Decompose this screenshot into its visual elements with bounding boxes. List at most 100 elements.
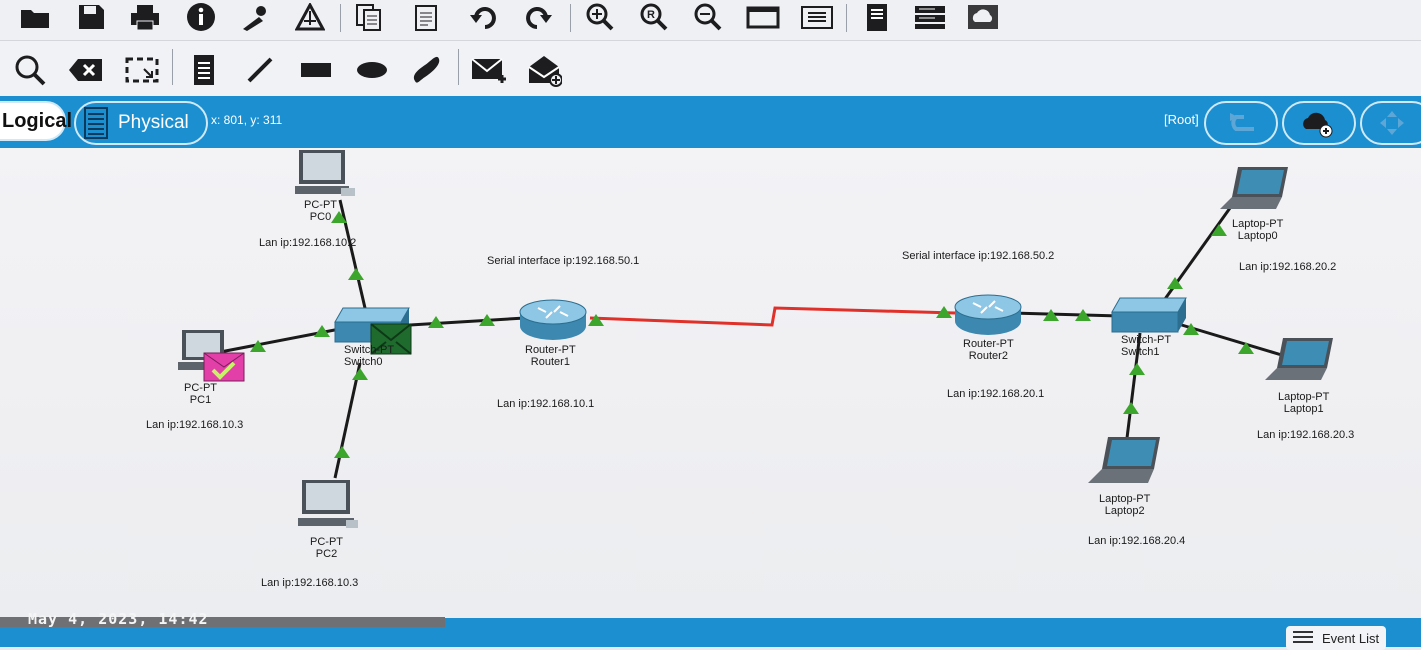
open-folder-icon[interactable] xyxy=(18,2,52,32)
physical-tab[interactable]: Physical xyxy=(74,101,208,145)
router-icon xyxy=(954,294,1022,335)
laptop2-name: Laptop2 xyxy=(1104,505,1145,517)
server-icon[interactable] xyxy=(913,2,947,32)
router2-device[interactable] xyxy=(953,293,1023,342)
zoom-reset-icon[interactable]: R xyxy=(637,2,671,32)
add-simple-pdu-icon[interactable] xyxy=(470,53,506,87)
switch1-label: Switch-PT Switch1 xyxy=(1121,334,1171,358)
laptop2-device[interactable] xyxy=(1086,435,1162,496)
pc1-name: PC1 xyxy=(189,394,212,406)
pc2-label: PC-PT PC2 xyxy=(310,536,343,560)
pc1-ip-annotation: Lan ip:192.168.10.3 xyxy=(146,419,244,431)
router2-lan-annotation: Lan ip:192.168.20.1 xyxy=(947,388,1045,400)
back-button[interactable] xyxy=(1204,101,1278,145)
physical-workspace-icon xyxy=(84,107,108,139)
switch-icon xyxy=(1111,297,1187,333)
zoom-out-icon[interactable] xyxy=(691,2,725,32)
root-breadcrumb[interactable]: [Root] xyxy=(1164,112,1199,127)
event-list-label: Event List xyxy=(1322,630,1380,646)
toolbar-separator xyxy=(458,49,459,85)
pc0-ip-annotation: Lan ip:192.168.10.2 xyxy=(259,237,357,249)
ellipse-icon[interactable] xyxy=(354,53,390,87)
activity-wizard-icon[interactable] xyxy=(238,2,272,32)
toolbar-separator xyxy=(846,4,847,32)
laptop1-name: Laptop1 xyxy=(1283,403,1324,415)
link-serial-router1-router2 xyxy=(589,306,956,327)
router2-label: Router-PT Router2 xyxy=(963,338,1014,362)
laptop0-name: Laptop0 xyxy=(1237,230,1278,242)
pc-icon xyxy=(295,150,355,196)
router-icon xyxy=(519,299,587,340)
port-status-up xyxy=(588,314,604,326)
laptop2-ip-annotation: Lan ip:192.168.20.4 xyxy=(1088,535,1186,547)
cloud-icon[interactable] xyxy=(966,2,1000,32)
port-status-up xyxy=(334,446,350,458)
link-switch0-router1 xyxy=(409,316,526,327)
undo-icon[interactable] xyxy=(466,2,500,32)
redo-icon[interactable] xyxy=(522,2,556,32)
port-status-up xyxy=(1129,363,1145,375)
cloud-add-icon xyxy=(1303,112,1333,138)
switch1-type: Switch-PT xyxy=(1121,334,1172,346)
freeform-icon[interactable] xyxy=(408,53,444,87)
pc2-type: PC-PT xyxy=(310,536,343,548)
move-object-button[interactable] xyxy=(1360,101,1421,145)
router2-type: Router-PT xyxy=(963,338,1014,350)
paste-icon[interactable] xyxy=(409,2,443,32)
laptop0-device[interactable] xyxy=(1218,165,1290,220)
switch1-name: Switch1 xyxy=(1121,346,1160,358)
cursor-coordinates: x: 801, y: 311 xyxy=(211,113,283,127)
pc2-name: PC2 xyxy=(315,548,338,560)
info-icon[interactable] xyxy=(184,2,218,32)
network-information-icon[interactable] xyxy=(293,2,327,32)
pc0-name: PC0 xyxy=(309,211,332,223)
laptop0-label: Laptop-PT Laptop0 xyxy=(1232,218,1283,242)
print-icon[interactable] xyxy=(128,2,162,32)
custom-device-dialog-icon[interactable] xyxy=(800,2,834,32)
new-cluster-button[interactable] xyxy=(1282,101,1356,145)
link-switch1-laptop0 xyxy=(1158,207,1232,307)
router1-serial-annotation: Serial interface ip:192.168.50.1 xyxy=(487,255,640,267)
pc0-label: PC-PT PC0 xyxy=(304,199,337,223)
router1-device[interactable] xyxy=(518,298,588,347)
toolbar-separator xyxy=(340,4,341,32)
pc2-device[interactable] xyxy=(296,478,360,541)
move-arrows-icon xyxy=(1380,111,1404,135)
laptop1-type: Laptop-PT xyxy=(1278,391,1330,403)
add-complex-pdu-icon[interactable] xyxy=(526,53,562,87)
switch0-label: Switch-PT Switch0 xyxy=(344,344,394,368)
photo-timestamp: May 4, 2023, 14:42 xyxy=(28,610,209,628)
router1-name: Router1 xyxy=(530,356,570,368)
event-list-button[interactable]: Event List xyxy=(1286,626,1386,650)
switch0-name: Switch0 xyxy=(344,356,383,368)
link-router2-switch1 xyxy=(1009,311,1121,318)
workspace-mode-bar: Logical Physical x: 801, y: 311 [Root] xyxy=(0,96,1421,148)
pc2-ip-annotation: Lan ip:192.168.10.3 xyxy=(261,577,359,589)
physical-tab-label: Physical xyxy=(118,112,189,133)
logical-tab[interactable]: Logical xyxy=(0,101,72,141)
router2-serial-annotation: Serial interface ip:192.168.50.2 xyxy=(902,250,1055,262)
copy-icon[interactable] xyxy=(352,2,386,32)
inspect-icon[interactable] xyxy=(12,53,48,87)
pc1-type: PC-PT xyxy=(184,382,217,394)
laptop1-ip-annotation: Lan ip:192.168.20.3 xyxy=(1257,429,1355,441)
logical-workspace-canvas[interactable]: PC-PT PC0 Lan ip:192.168.10.2 PC-PT PC1 La… xyxy=(0,148,1421,618)
router1-lan-annotation: Lan ip:192.168.10.1 xyxy=(497,398,595,410)
ipc-icon[interactable] xyxy=(860,2,894,32)
laptop1-device[interactable] xyxy=(1263,336,1335,393)
drawing-palette-icon[interactable] xyxy=(746,2,780,32)
router1-type: Router-PT xyxy=(525,344,576,356)
link-pc2-switch0 xyxy=(333,362,362,479)
line-icon[interactable] xyxy=(242,53,278,87)
delete-icon[interactable] xyxy=(68,53,104,87)
port-status-up xyxy=(348,268,364,280)
resize-shape-icon[interactable] xyxy=(124,53,160,87)
zoom-in-icon[interactable] xyxy=(583,2,617,32)
note-icon[interactable] xyxy=(186,53,222,87)
svg-text:R: R xyxy=(647,9,655,21)
laptop0-ip-annotation: Lan ip:192.168.20.2 xyxy=(1239,261,1337,273)
rectangle-icon[interactable] xyxy=(298,53,334,87)
laptop-icon xyxy=(1088,437,1160,483)
save-icon[interactable] xyxy=(74,2,108,32)
switch0-type: Switch-PT xyxy=(344,344,395,356)
